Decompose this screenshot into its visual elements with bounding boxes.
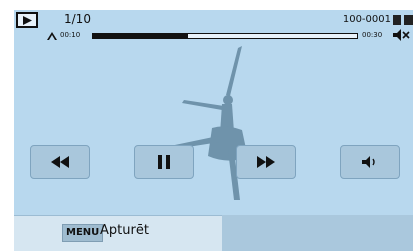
volume-icon [362,156,375,168]
volume-button[interactable] [340,145,400,179]
rewind-button[interactable] [30,145,90,179]
bottom-bar: MENU Apturēt [14,215,413,251]
rewind-icon [51,156,69,168]
file-index: 1/10 [64,12,91,26]
fast-forward-icon [257,156,275,168]
pause-icon [158,155,170,169]
fast-forward-button[interactable] [236,145,296,179]
play-mode-icon [16,12,38,28]
mute-icon [393,29,410,41]
time-elapsed: 00:10 [60,31,81,39]
menu-key-label[interactable]: MENU [62,224,104,242]
progress-bar[interactable] [92,33,358,39]
stop-label: Apturēt [100,223,149,238]
playback-screen: 1/10 100-0001 00:10 00:30 MENU Apturēt [14,10,413,251]
memory-card-icon [393,15,401,25]
file-number: 100-0001 [342,14,391,25]
stop-control[interactable]: MENU Apturēt [14,215,222,251]
pause-button[interactable] [134,145,194,179]
battery-icon [404,15,413,25]
progress-fill [93,34,189,38]
stabilizer-icon [47,32,57,40]
time-total: 00:30 [362,31,383,39]
